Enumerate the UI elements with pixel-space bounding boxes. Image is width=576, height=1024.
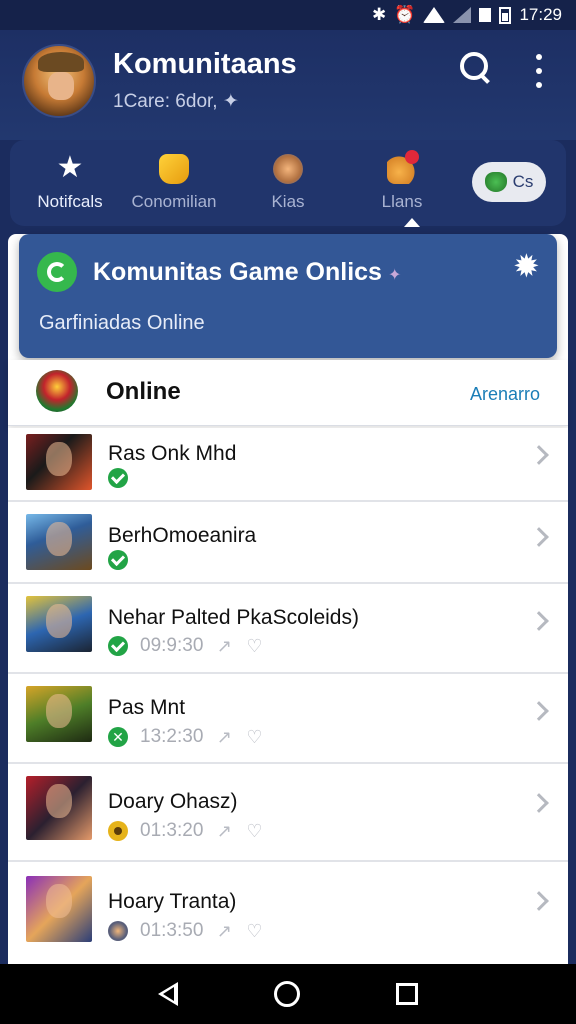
idle-status-icon <box>108 921 128 941</box>
list-item-title: Hoary Tranta) <box>108 890 237 913</box>
game-thumbnail <box>26 686 92 742</box>
list-item-time: 13:2:30 <box>140 726 204 747</box>
bluetooth-icon: ✱ <box>372 5 387 24</box>
home-icon[interactable] <box>274 981 300 1007</box>
banner-subtitle: Garfiniadas Online <box>39 312 205 334</box>
back-icon[interactable] <box>158 982 178 1006</box>
game-thumbnail <box>26 434 92 490</box>
tab-label: Conomilian <box>131 192 217 211</box>
tab-community[interactable]: Conomilian <box>114 140 234 226</box>
comment-icon[interactable]: ♡ <box>245 728 263 746</box>
reply-icon[interactable]: ↗ <box>215 822 233 840</box>
reply-icon[interactable]: ↗ <box>215 922 233 940</box>
badge-icon <box>387 150 419 184</box>
list-item-meta: 09:9:30 ↗ ♡ <box>108 635 263 657</box>
banner-title: Komunitas Game Onlics ✦ <box>93 258 402 286</box>
list-item[interactable]: Pas Mnt 13:2:30 ↗ ♡ <box>8 676 568 764</box>
game-thumbnail <box>26 876 92 942</box>
online-avatar <box>36 370 78 412</box>
online-status-icon <box>108 468 128 488</box>
game-thumbnail <box>26 514 92 570</box>
online-status-icon <box>108 550 128 570</box>
online-label: Online <box>106 378 181 405</box>
list-item-title: BerhOmoeanira <box>108 524 257 547</box>
list-item[interactable]: Nehar Palted PkaScoleids) 09:9:30 ↗ ♡ <box>8 586 568 674</box>
comment-icon[interactable]: ♡ <box>245 922 263 940</box>
tab-llans[interactable]: Llans <box>342 140 462 226</box>
list-item-meta: 01:3:20 ↗ ♡ <box>108 820 263 842</box>
app-header: Komunitaans 1Care: 6dor, ✦ <box>0 30 576 140</box>
playing-status-icon <box>108 727 128 747</box>
recent-apps-icon[interactable] <box>396 983 418 1005</box>
page-subtitle: 1Care: 6dor, ✦ <box>113 91 239 112</box>
list-item-title: Nehar Palted PkaScoleids) <box>108 606 359 629</box>
active-tab-indicator <box>404 218 420 227</box>
star-icon <box>55 150 85 185</box>
list-item-meta: 01:3:50 ↗ ♡ <box>108 920 263 942</box>
list-item-title: Ras Onk Mhd <box>108 442 237 465</box>
list-item[interactable]: Ras Onk Mhd <box>8 428 568 502</box>
chevron-right-icon <box>529 527 549 547</box>
community-logo-icon <box>37 252 77 292</box>
chip-button[interactable]: Cs <box>472 162 546 202</box>
system-nav-bar <box>0 964 576 1024</box>
game-thumbnail <box>26 596 92 652</box>
settings-icon[interactable] <box>513 250 540 282</box>
chevron-right-icon <box>529 701 549 721</box>
status-time: 17:29 <box>519 5 562 24</box>
search-icon[interactable] <box>458 50 492 84</box>
chevron-right-icon <box>529 793 549 813</box>
game-icon <box>484 172 507 192</box>
online-header-row: Online Arenarro <box>8 360 568 426</box>
wifi-icon <box>423 7 446 23</box>
tab-label: Notifcals <box>37 192 103 211</box>
comment-icon[interactable]: ♡ <box>245 637 263 655</box>
alarm-icon: ⏰ <box>394 5 416 24</box>
list-item-time: 01:3:50 <box>140 920 204 941</box>
status-bar: ✱ ⏰ 17:29 <box>0 0 576 30</box>
list-item[interactable]: Hoary Tranta) 01:3:50 ↗ ♡ <box>8 864 568 964</box>
signal-icon <box>453 7 472 23</box>
list-item[interactable]: Doary Ohasz) 01:3:20 ↗ ♡ <box>8 766 568 862</box>
list-item-time: 09:9:30 <box>140 635 204 656</box>
profile-avatar[interactable] <box>22 44 96 118</box>
online-status-icon <box>108 636 128 656</box>
community-icon <box>159 154 189 184</box>
community-banner[interactable]: Komunitas Game Onlics✦ Garfiniadas Onlin… <box>19 234 557 358</box>
list-item-meta: 13:2:30 ↗ ♡ <box>108 726 263 748</box>
chevron-right-icon <box>529 611 549 631</box>
list-item-title: Pas Mnt <box>108 696 186 719</box>
page-title: Komunitaans <box>113 48 297 80</box>
avatar-icon <box>273 154 303 184</box>
comment-icon[interactable]: ♡ <box>245 822 263 840</box>
chevron-right-icon <box>529 445 549 465</box>
away-status-icon <box>108 821 128 841</box>
list-item[interactable]: BerhOmoeanira <box>8 504 568 584</box>
chip-label: Cs <box>512 172 534 191</box>
tab-bar: Notifcals Conomilian Kias Llans Cs <box>10 140 566 227</box>
chevron-right-icon <box>529 891 549 911</box>
battery-icon <box>499 6 512 24</box>
game-thumbnail <box>26 776 92 840</box>
reply-icon[interactable]: ↗ <box>215 637 233 655</box>
tab-label: Llans <box>381 192 423 211</box>
more-options-icon[interactable] <box>532 54 546 88</box>
tab-notifications[interactable]: Notifcals <box>10 140 130 226</box>
list-item-title: Doary Ohasz) <box>108 790 238 813</box>
list-item-meta <box>108 468 128 488</box>
list-item-meta <box>108 550 128 570</box>
sim-icon <box>479 8 492 22</box>
tab-label: Kias <box>271 192 305 211</box>
online-link[interactable]: Arenarro <box>470 384 540 405</box>
list-item-time: 01:3:20 <box>140 820 204 841</box>
reply-icon[interactable]: ↗ <box>215 728 233 746</box>
tab-kias[interactable]: Kias <box>228 140 348 226</box>
